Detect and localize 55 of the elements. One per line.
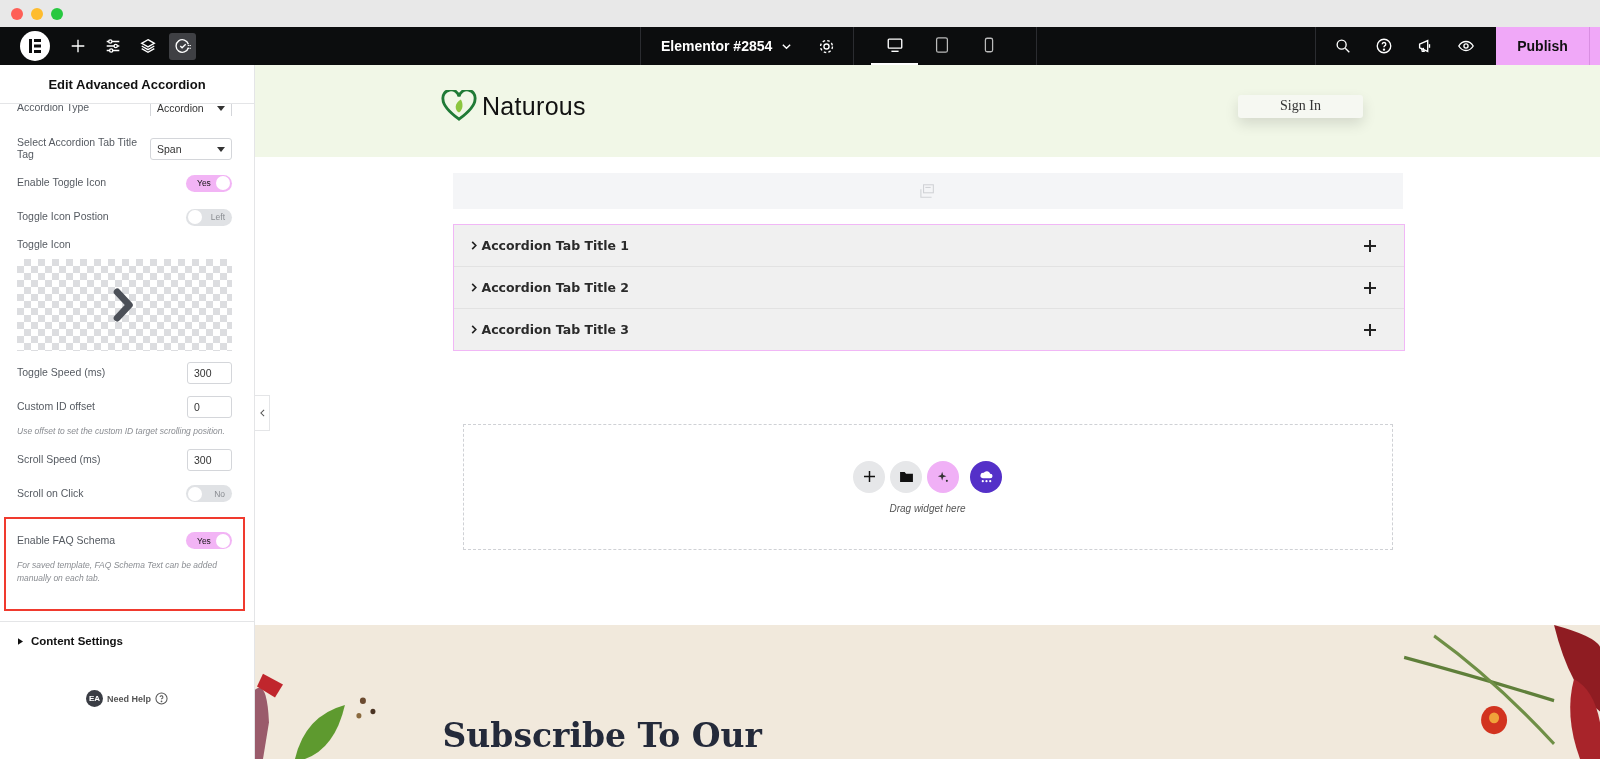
toggle-switch[interactable]: Yes [186, 532, 232, 550]
heart-leaf-logo-icon [440, 90, 478, 122]
chevron-right-icon [470, 283, 477, 292]
drop-hint: Drag widget here [889, 502, 966, 514]
document-menu[interactable]: Elementor #2854 [641, 38, 807, 54]
sign-in-button[interactable]: Sign In [1238, 94, 1363, 118]
monitor-icon [885, 36, 904, 54]
template-icon [918, 183, 937, 199]
cloud-icon [978, 470, 994, 483]
brand-name: Naturous [482, 91, 586, 121]
help-link[interactable]: Need Help [107, 693, 151, 704]
chevron-right-icon [470, 325, 477, 334]
select-field[interactable]: Accordion [150, 104, 232, 116]
number-field[interactable]: 300 [187, 448, 232, 471]
subscribe-heading: Subscribe To Our [442, 716, 764, 755]
control-label: Enable FAQ Schema [17, 534, 116, 547]
cloud-templates-button[interactable] [970, 460, 1002, 493]
chevron-left-icon [259, 409, 265, 417]
number-field[interactable]: 0 [187, 395, 232, 418]
number-field[interactable]: 300 [187, 361, 232, 384]
publish-button[interactable]: Publish [1496, 27, 1589, 65]
plus-icon [1363, 281, 1376, 294]
control-label: Enable Toggle Icon [17, 177, 107, 189]
control-label: Custom ID offset [17, 400, 95, 413]
sparkle-icon [937, 470, 949, 483]
control-label: Scroll Speed (ms) [17, 453, 101, 466]
accordion-tab[interactable]: Accordion Tab Title 2 [453, 266, 1404, 308]
control-label: Toggle Speed (ms) [17, 366, 106, 379]
history-icon[interactable] [169, 32, 196, 60]
ea-badge: EA [86, 690, 103, 708]
elementor-logo-icon[interactable] [20, 31, 50, 61]
caret-down-icon [217, 146, 225, 152]
section-header[interactable]: Content Settings [0, 621, 254, 661]
control-label: Accordion Type [17, 104, 90, 114]
chevron-right-icon [470, 241, 477, 250]
ai-sparkle-button[interactable] [927, 460, 959, 493]
caret-right-icon [18, 637, 23, 645]
template-folder-button[interactable] [890, 460, 922, 493]
help-icon[interactable] [155, 692, 168, 706]
add-section-button[interactable] [853, 460, 885, 493]
control-label: Scroll on Click [17, 487, 84, 500]
plus-icon [863, 471, 875, 482]
plus-icon [1363, 323, 1376, 336]
control-label: Toggle Icon Postion [17, 211, 109, 223]
select-field[interactable]: Span [150, 138, 232, 160]
toggle-switch[interactable]: Yes [186, 174, 232, 192]
control-label: Toggle Icon [17, 239, 72, 251]
help-note: For saved template, FAQ Schema Text can be added manually on each tab. [17, 558, 218, 585]
folder-icon [899, 471, 913, 482]
help-note: Use offset to set the custom ID target scrolling position. [17, 424, 226, 438]
settings-icon[interactable] [818, 37, 836, 55]
accordion-tab[interactable]: Accordion Tab Title 1 [453, 225, 1404, 266]
accordion-tab[interactable]: Accordion Tab Title 3 [453, 308, 1404, 350]
control-label: Select Accordion Tab Title Tag [17, 137, 139, 161]
plus-icon [1363, 239, 1376, 252]
